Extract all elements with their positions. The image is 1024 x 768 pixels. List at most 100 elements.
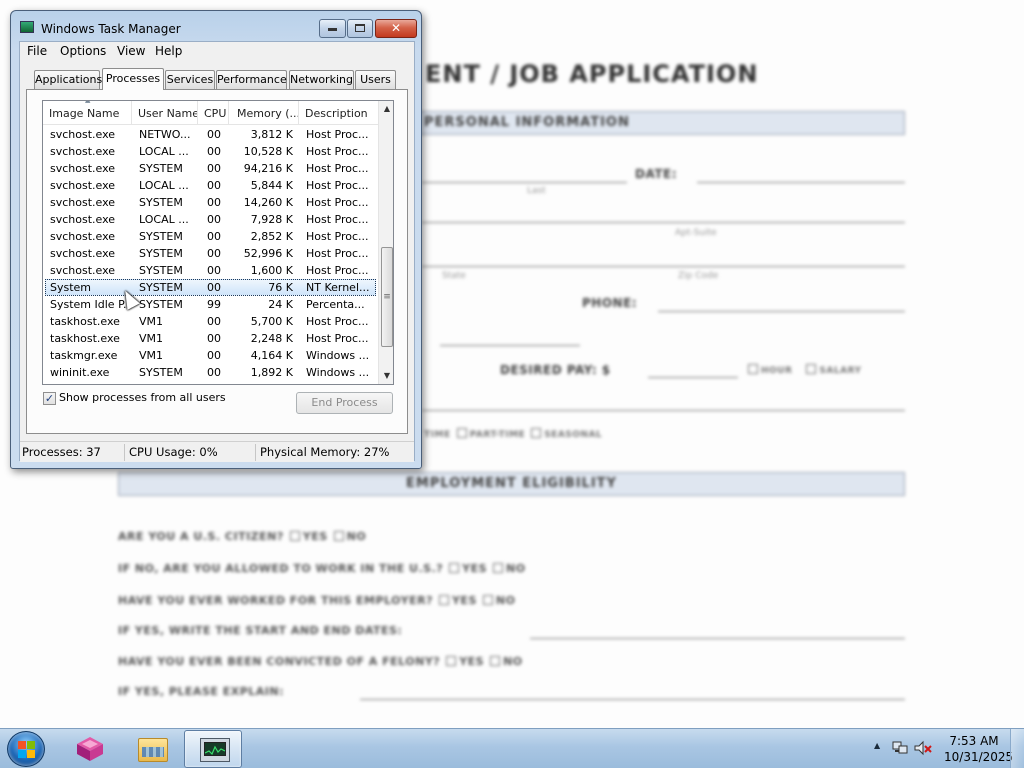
vertical-scrollbar[interactable]: ▲ ≡ ▼: [378, 101, 393, 384]
cell-description: Host Proc...: [306, 179, 369, 192]
cell-user-name: LOCAL ...: [139, 179, 189, 192]
clock[interactable]: 7:53 AM 10/31/2025: [944, 733, 1013, 765]
tab-applications[interactable]: Applications: [34, 70, 102, 89]
cell-cpu: 00: [207, 179, 221, 192]
cell-image-name: System: [50, 281, 92, 294]
close-icon: ✕: [390, 21, 402, 35]
cell-memory: 10,528 K: [243, 145, 293, 158]
table-row[interactable]: svchost.exe SYSTEM 00 2,852 K Host Proc...: [43, 228, 378, 245]
network-icon[interactable]: [892, 740, 908, 756]
tab-performance[interactable]: Performance: [216, 70, 287, 89]
show-desktop-button[interactable]: [1010, 729, 1024, 768]
table-row[interactable]: svchost.exe SYSTEM 00 94,216 K Host Proc...: [43, 160, 378, 177]
zip-sublabel: Zip Code: [678, 271, 719, 281]
taskbar-cube-app[interactable]: [60, 730, 118, 768]
cell-cpu: 00: [207, 281, 221, 294]
tab-networking[interactable]: Networking: [289, 70, 354, 89]
cell-cpu: 00: [207, 264, 221, 277]
tab-users[interactable]: Users: [355, 70, 396, 89]
menu-file[interactable]: File: [25, 44, 49, 58]
column-memory[interactable]: Memory (...: [229, 101, 299, 125]
table-row[interactable]: svchost.exe LOCAL ... 00 10,528 K Host Proc.…: [43, 143, 378, 160]
maximize-button[interactable]: [347, 19, 373, 38]
table-row[interactable]: wininit.exe SYSTEM 00 1,892 K Windows ...: [43, 364, 378, 381]
cell-description: Host Proc...: [306, 264, 369, 277]
show-all-processes-label: Show processes from all users: [59, 391, 226, 404]
column-image-name-label: Image Name: [49, 107, 120, 120]
cell-description: Host Proc...: [306, 213, 369, 226]
menu-options[interactable]: Options: [58, 44, 108, 58]
table-row[interactable]: taskhost.exe VM1 00 5,700 K Host Proc...: [43, 313, 378, 330]
cell-cpu: 00: [207, 332, 221, 345]
taskbar-file-explorer[interactable]: [122, 730, 180, 768]
cell-image-name: svchost.exe: [50, 196, 116, 209]
cell-description: Host Proc...: [306, 247, 369, 260]
file-explorer-icon: [138, 738, 168, 762]
scroll-thumb[interactable]: ≡: [381, 247, 393, 347]
ssn-line: [440, 345, 580, 346]
cell-memory: 3,812 K: [250, 128, 293, 141]
cell-memory: 24 K: [268, 298, 293, 311]
dates-line: [530, 638, 905, 639]
explain-line: [360, 699, 905, 700]
cell-image-name: taskhost.exe: [50, 332, 120, 345]
table-row[interactable]: svchost.exe SYSTEM 00 14,260 K Host Proc...: [43, 194, 378, 211]
minimize-button[interactable]: [319, 19, 346, 38]
scroll-down-icon[interactable]: ▼: [379, 368, 393, 384]
task-manager-icon: [20, 21, 34, 33]
cell-memory: 52,996 K: [243, 247, 293, 260]
cell-image-name: svchost.exe: [50, 213, 116, 226]
cell-memory: 2,852 K: [250, 230, 293, 243]
cell-image-name: svchost.exe: [50, 230, 116, 243]
cell-image-name: svchost.exe: [50, 145, 116, 158]
menu-view[interactable]: View: [115, 44, 147, 58]
volume-muted-icon[interactable]: [914, 740, 932, 756]
seasonal-label: SEASONAL: [544, 430, 603, 440]
yes-label: YES: [451, 594, 477, 607]
table-row[interactable]: svchost.exe NETWO... 00 3,812 K Host Proc...: [43, 126, 378, 143]
end-process-button[interactable]: End Process: [296, 392, 393, 414]
cell-user-name: LOCAL ...: [139, 213, 189, 226]
taskbar-task-manager[interactable]: [184, 730, 242, 768]
cell-cpu: 00: [207, 349, 221, 362]
tab-processes[interactable]: Processes: [102, 68, 164, 90]
status-separator: [255, 444, 256, 461]
table-row[interactable]: System Idle P... SYSTEM 99 24 K Percenta...: [43, 296, 378, 313]
status-processes: Processes: 37: [22, 445, 101, 459]
cell-image-name: svchost.exe: [50, 162, 116, 175]
checkmark-icon[interactable]: ✓: [43, 392, 56, 405]
cell-cpu: 00: [207, 366, 221, 379]
menu-help[interactable]: Help: [153, 44, 184, 58]
table-row[interactable]: svchost.exe LOCAL ... 00 5,844 K Host Proc..…: [43, 177, 378, 194]
cell-image-name: svchost.exe: [50, 247, 116, 260]
cell-description: NT Kernel...: [306, 281, 370, 294]
table-row[interactable]: svchost.exe SYSTEM 00 1,600 K Host Proc...: [43, 262, 378, 279]
minimize-icon: [328, 28, 337, 31]
table-row[interactable]: taskhost.exe VM1 00 2,248 K Host Proc...: [43, 330, 378, 347]
tab-services[interactable]: Services: [165, 70, 215, 89]
phone-label: PHONE:: [582, 296, 638, 310]
start-button[interactable]: [7, 731, 45, 767]
cell-user-name: SYSTEM: [139, 247, 183, 260]
show-hidden-icons-icon[interactable]: ▲: [874, 741, 880, 750]
cell-description: Host Proc...: [306, 145, 369, 158]
close-button[interactable]: ✕: [375, 19, 417, 38]
section-employment-eligibility: EMPLOYMENT ELIGIBILITY: [118, 472, 905, 496]
cell-cpu: 99: [207, 298, 221, 311]
cell-memory: 76 K: [268, 281, 293, 294]
table-row[interactable]: svchost.exe LOCAL ... 00 7,928 K Host Proc..…: [43, 211, 378, 228]
state-sublabel: State: [442, 271, 466, 281]
scroll-up-icon[interactable]: ▲: [379, 101, 393, 117]
table-row-selected[interactable]: System SYSTEM 00 76 K NT Kernel...: [45, 279, 376, 296]
cell-cpu: 00: [207, 196, 221, 209]
column-user-name[interactable]: User Name: [132, 101, 198, 125]
column-cpu[interactable]: CPU: [198, 101, 229, 125]
task-manager-window[interactable]: Windows Task Manager ✕ File Options View…: [10, 10, 422, 469]
table-row[interactable]: svchost.exe SYSTEM 00 52,996 K Host Proc...: [43, 245, 378, 262]
column-description[interactable]: Description: [299, 101, 378, 125]
column-image-name[interactable]: ▲ Image Name: [43, 101, 132, 125]
title-bar[interactable]: Windows Task Manager ✕: [11, 11, 421, 39]
table-row[interactable]: taskmgr.exe VM1 00 4,164 K Windows ...: [43, 347, 378, 364]
process-list[interactable]: ▲ Image Name User Name CPU Memory (... D…: [42, 100, 394, 385]
clock-time: 7:53 AM: [949, 734, 999, 748]
